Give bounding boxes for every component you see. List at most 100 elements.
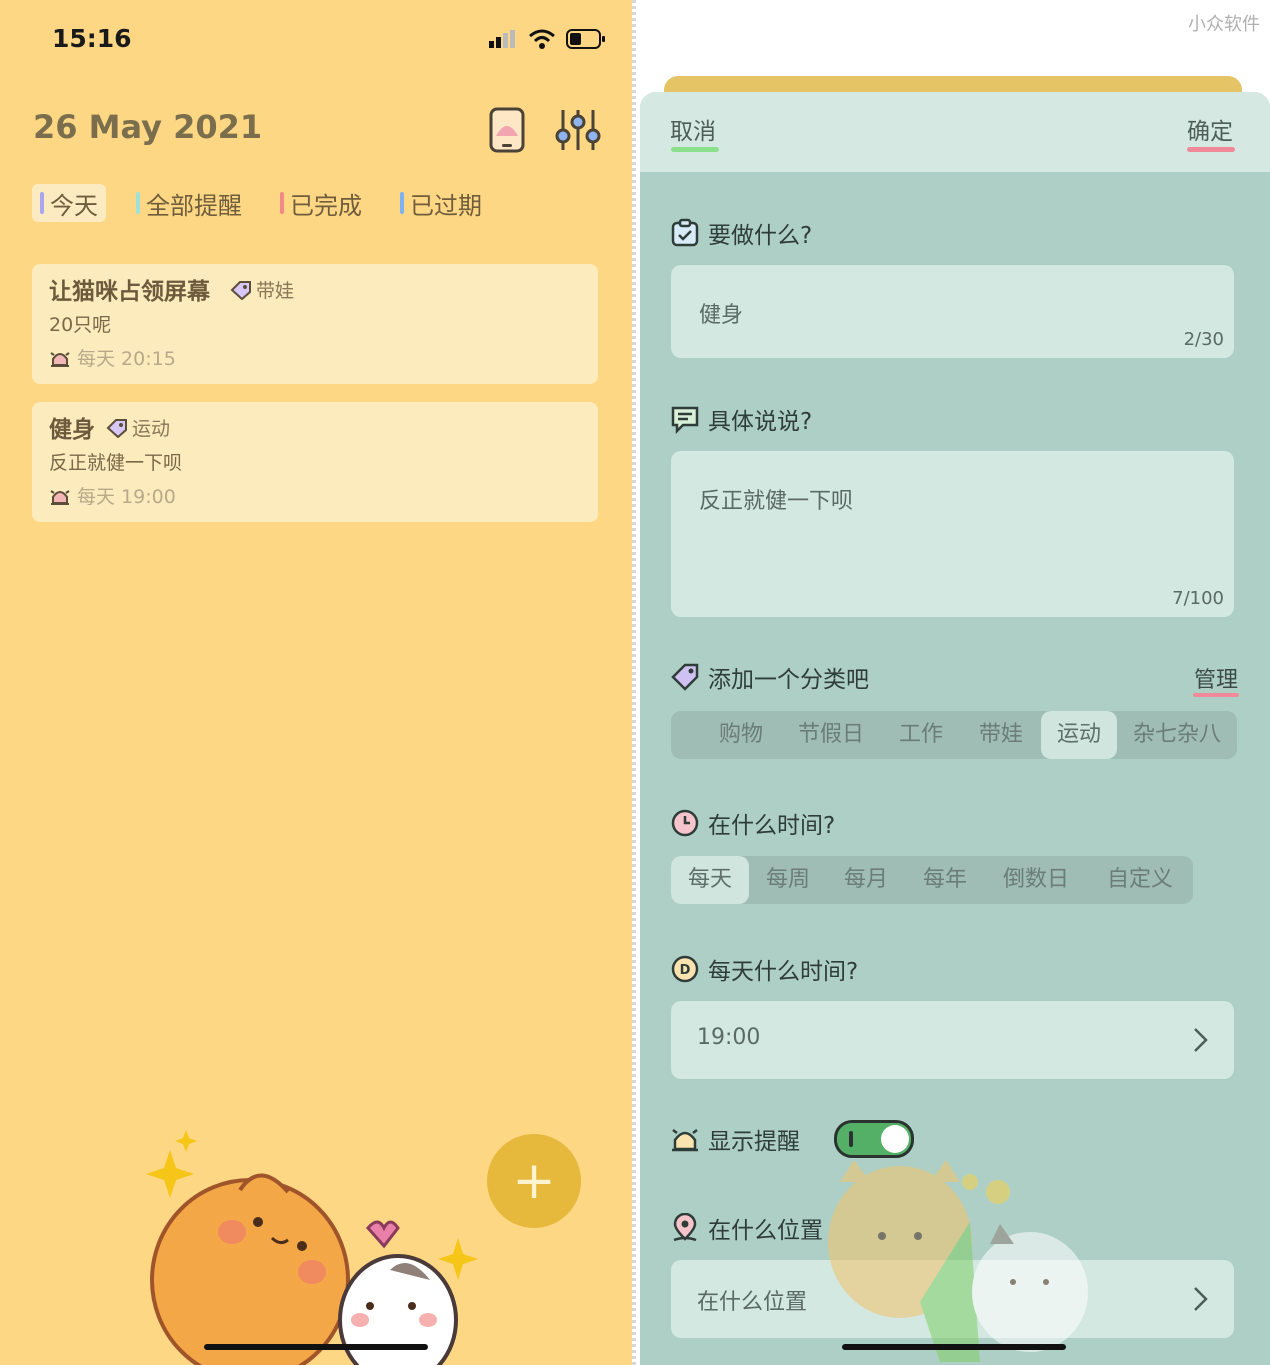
tab-label: 已完成: [290, 191, 362, 220]
card-tag-label: 运动: [132, 418, 171, 440]
repeat-option[interactable]: 每年: [905, 856, 985, 904]
tab-color-bar: [400, 192, 404, 214]
detail-textarea[interactable]: 反正就健一下呗 7/100: [671, 451, 1234, 617]
battery-icon: [566, 29, 605, 49]
detail-label: 具体说说?: [670, 402, 812, 436]
panel-divider: [632, 0, 636, 1365]
tab-all[interactable]: 全部提醒: [128, 184, 250, 222]
card-tag-label: 带娃: [256, 280, 295, 302]
category-option[interactable]: 购物: [701, 711, 781, 759]
clock-icon: [671, 809, 699, 837]
edit-reminder-sheet: 取消 确定 要做什么? 健身 2/30 具体说说? 反正就健一下呗 7/100: [640, 92, 1270, 1365]
detail-label-text: 具体说说?: [708, 409, 813, 435]
location-label: 在什么位置: [670, 1211, 823, 1245]
location-label-text: 在什么位置: [708, 1218, 823, 1244]
card-remind-text: 每天 20:15: [77, 348, 176, 370]
clipboard-check-icon: [671, 218, 699, 247]
what-input-value: 健身: [699, 303, 744, 328]
tag-icon: [230, 280, 251, 300]
category-selector: 购物 节假日 工作 带娃 运动 杂七杂八: [671, 711, 1237, 759]
svg-text:D: D: [680, 963, 691, 978]
reminder-card[interactable]: 健身 运动 反正就健一下呗 每天 19:00: [32, 402, 598, 522]
detail-char-count: 7/100: [1172, 588, 1224, 609]
category-option[interactable]: 节假日: [781, 711, 881, 759]
tab-color-bar: [136, 192, 140, 214]
daily-time-label: D 每天什么时间?: [670, 952, 858, 986]
alarm-icon: [50, 351, 70, 367]
phone-widget-icon[interactable]: [488, 106, 526, 154]
cancel-underline: [671, 147, 719, 152]
card-remind: 每天 19:00: [49, 482, 176, 509]
tab-label: 已过期: [410, 191, 482, 220]
what-input[interactable]: 健身 2/30: [671, 265, 1234, 358]
toggle-knob: [881, 1125, 909, 1153]
card-remind-text: 每天 19:00: [77, 486, 176, 508]
card-tag: 带娃: [230, 276, 294, 303]
filter-tabs: 今天 全部提醒 已完成 已过期: [32, 184, 490, 222]
category-label: 添加一个分类吧: [670, 660, 869, 694]
time-label: 在什么时间?: [670, 806, 835, 840]
card-note: 反正就健一下呗: [49, 452, 183, 474]
tab-label: 今天: [50, 191, 98, 220]
what-label: 要做什么?: [670, 216, 812, 250]
card-remind: 每天 20:15: [49, 344, 176, 371]
page-title: 26 May 2021: [33, 108, 263, 146]
card-title: 健身: [49, 417, 95, 443]
manage-categories-button[interactable]: 管理: [1194, 662, 1238, 694]
cancel-button[interactable]: 取消: [670, 112, 716, 146]
reminder-label-text: 显示提醒: [708, 1129, 800, 1155]
repeat-option[interactable]: 自定义: [1087, 856, 1193, 904]
tab-today[interactable]: 今天: [32, 184, 106, 222]
category-label-text: 添加一个分类吧: [708, 667, 869, 693]
confirm-button[interactable]: 确定: [1187, 112, 1233, 146]
tab-done[interactable]: 已完成: [272, 184, 370, 222]
repeat-option-selected[interactable]: 每天: [671, 856, 749, 904]
what-label-text: 要做什么?: [708, 223, 813, 249]
category-option[interactable]: 工作: [881, 711, 961, 759]
tab-color-bar: [280, 192, 284, 214]
repeat-option[interactable]: 每周: [749, 856, 827, 904]
tab-color-bar: [40, 192, 44, 214]
category-option[interactable]: 杂七杂八: [1117, 711, 1237, 759]
daily-time-value: 19:00: [697, 1025, 761, 1050]
sheet-header: 取消 确定: [640, 92, 1270, 172]
repeat-option[interactable]: 每月: [827, 856, 905, 904]
category-option-selected[interactable]: 运动: [1041, 711, 1117, 759]
cats-overlay-illustration: [828, 1160, 1088, 1362]
alarm-icon: [672, 1129, 698, 1152]
cats-illustration: [146, 1130, 478, 1365]
toggle-on-mark: [849, 1131, 853, 1147]
confirm-underline: [1187, 147, 1235, 152]
home-indicator: [842, 1344, 1066, 1350]
chevron-right-icon: [1194, 1028, 1208, 1052]
alarm-icon: [50, 489, 70, 505]
category-option[interactable]: 带娃: [961, 711, 1041, 759]
what-char-count: 2/30: [1183, 329, 1224, 350]
filter-sliders-icon[interactable]: [555, 106, 601, 154]
status-time: 15:16: [52, 24, 132, 53]
manage-underline: [1193, 693, 1239, 697]
add-button[interactable]: +: [487, 1134, 581, 1228]
card-tag: 运动: [106, 414, 170, 441]
daily-time-picker[interactable]: 19:00: [671, 1001, 1234, 1079]
chevron-right-icon: [1194, 1287, 1208, 1311]
card-note: 20只呢: [49, 314, 112, 336]
reminder-list-screen: 15:16 26 May 2021 今天 全部提醒 已完成 已过期 让猫咪占领屏…: [0, 0, 632, 1365]
category-scroll-edge: [671, 711, 701, 759]
tab-expired[interactable]: 已过期: [392, 184, 490, 222]
tag-icon: [671, 663, 699, 691]
daily-time-label-text: 每天什么时间?: [708, 959, 859, 985]
repeat-option[interactable]: 倒数日: [985, 856, 1087, 904]
message-icon: [671, 406, 699, 434]
signal-icon: [489, 30, 515, 48]
watermark: 小众软件: [1188, 14, 1260, 35]
status-icons: [488, 28, 606, 50]
plus-icon: +: [512, 1151, 556, 1211]
wifi-icon: [529, 29, 555, 49]
reminder-label: 显示提醒: [670, 1122, 800, 1156]
tab-label: 全部提醒: [146, 191, 242, 220]
location-pin-icon: [673, 1213, 697, 1242]
tag-icon: [106, 418, 127, 438]
reminder-card[interactable]: 让猫咪占领屏幕 带娃 20只呢 每天 20:15: [32, 264, 598, 384]
card-title: 让猫咪占领屏幕: [49, 279, 210, 305]
